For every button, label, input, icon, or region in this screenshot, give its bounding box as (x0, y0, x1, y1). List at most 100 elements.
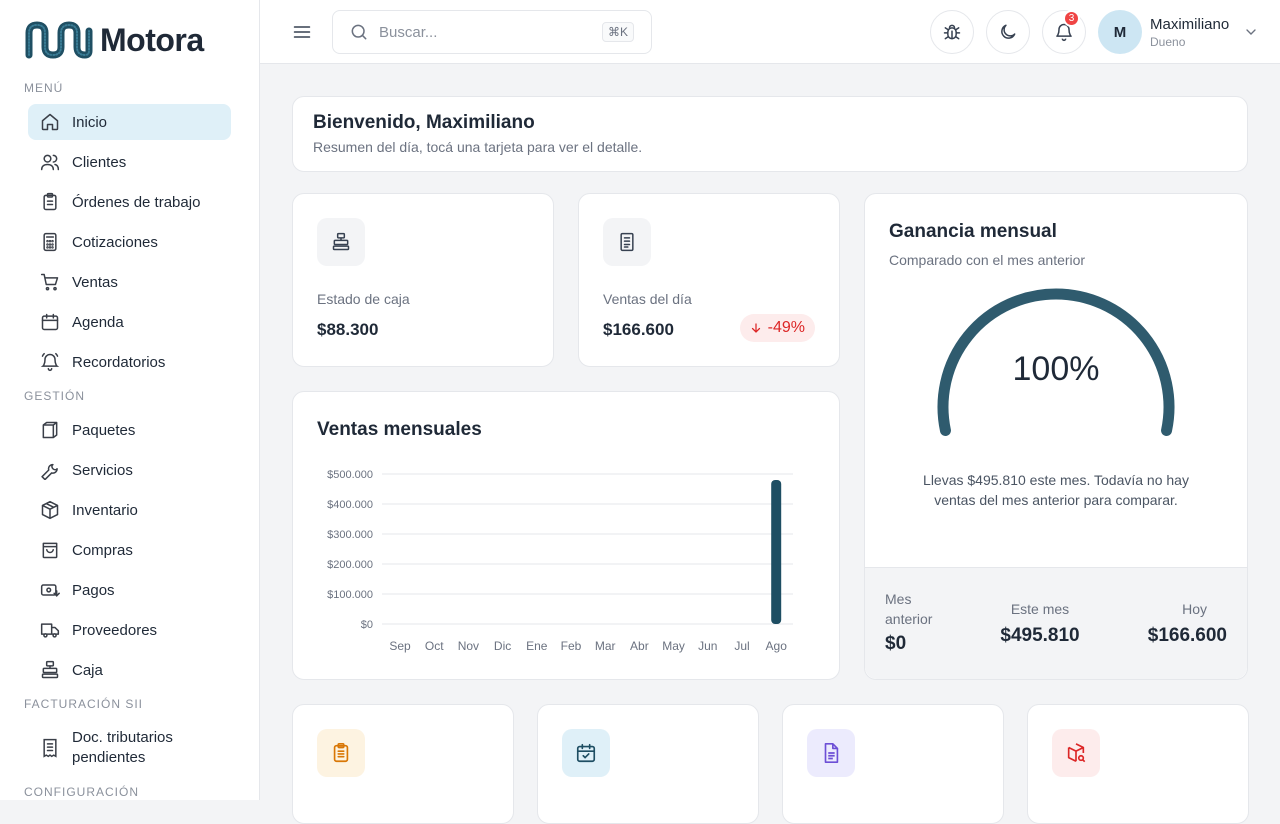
x-tick-label: Nov (458, 639, 479, 653)
sidebar-item-agenda[interactable]: Agenda (28, 304, 231, 340)
bell-ring-icon (40, 352, 60, 372)
users-icon (40, 154, 60, 171)
search-input[interactable] (379, 23, 589, 41)
footer-value: $495.810 (1000, 625, 1080, 646)
sidebar-item-recordatorios[interactable]: Recordatorios (28, 344, 231, 380)
footer-prev-month: Mes anterior $0 (885, 589, 955, 655)
search-icon (351, 24, 367, 40)
sidebar-item-label: Cotizaciones (72, 233, 158, 251)
notification-badge: 3 (1063, 10, 1080, 27)
sidebar-item-label: Servicios (72, 461, 133, 479)
x-tick-label: Jun (698, 639, 717, 653)
notifications-button[interactable]: 3 (1042, 10, 1086, 54)
sidebar: Motora MENÚ Inicio Clientes Órdenes de t… (0, 0, 260, 800)
quick-card-cotizaciones[interactable] (782, 704, 1004, 824)
user-menu[interactable]: M Maximiliano Dueno (1098, 10, 1259, 54)
menu-icon[interactable] (292, 22, 312, 42)
mini-icon-box (317, 729, 365, 777)
stat-card-ventas-dia[interactable]: Ventas del día $166.600 -49% (578, 193, 840, 367)
sidebar-item-ventas[interactable]: Ventas (28, 264, 231, 300)
sidebar-item-caja[interactable]: Caja (28, 652, 231, 688)
sidebar-item-label: Clientes (72, 153, 127, 171)
calendar-icon (41, 313, 59, 331)
search-box[interactable]: ⌘K (332, 10, 652, 54)
receipt-icon (43, 738, 57, 758)
document-icon (824, 743, 839, 763)
bug-icon (943, 24, 961, 40)
user-name: Maximiliano (1150, 15, 1230, 33)
sidebar-item-inventario[interactable]: Inventario (28, 492, 231, 528)
gauge-card-ganancia[interactable]: Ganancia mensual Comparado con el mes an… (864, 193, 1248, 680)
chart-card-ventas-mensuales[interactable]: Ventas mensuales $0 $100.000 $200.000 $300.… (292, 391, 840, 680)
bar-chart: $0 $100.000 $200.000 $300.000 $400.000 $500.0… (327, 469, 793, 653)
sidebar-item-paquetes[interactable]: Paquetes (28, 412, 231, 448)
arrow-down-icon (751, 323, 760, 333)
sidebar-item-label: Paquetes (72, 421, 136, 439)
stat-label: Ventas del día (603, 291, 692, 307)
y-tick-label: $300.000 (327, 529, 373, 541)
sidebar-item-inicio[interactable]: Inicio (28, 104, 231, 140)
footer-label: Hoy (1182, 601, 1207, 617)
stat-icon-box (317, 218, 365, 266)
gauge-message: Llevas $495.810 este mes. Todavía no hay… (923, 472, 1189, 508)
stat-value: $166.600 (603, 320, 674, 339)
y-tick-label: $500.000 (327, 469, 373, 481)
cash-register-icon (41, 660, 59, 679)
welcome-card: Bienvenido, Maximiliano Resumen del día,… (292, 96, 1248, 172)
bar[interactable] (771, 480, 782, 624)
brand-logo[interactable]: Motora (25, 21, 204, 59)
sidebar-item-proveedores[interactable]: Proveedores (28, 612, 231, 648)
cash-register-icon (332, 232, 350, 251)
sidebar-item-compras[interactable]: Compras (28, 532, 231, 568)
payment-icon (40, 584, 60, 597)
sidebar-item-label: Caja (72, 661, 103, 679)
boxes-icon (41, 500, 59, 520)
page-subtitle: Resumen del día, tocá una tarjeta para v… (313, 139, 643, 155)
sidebar-item-label: Recordatorios (72, 353, 166, 371)
quick-card-agenda[interactable] (537, 704, 759, 824)
sidebar-item-label: Inventario (72, 501, 138, 519)
x-tick-label: May (662, 639, 685, 653)
sidebar-item-clientes[interactable]: Clientes (28, 144, 231, 180)
user-role: Dueno (1150, 34, 1186, 49)
sidebar-item-doc-tributarios[interactable]: Doc. tributarios pendientes (28, 726, 231, 770)
sidebar-item-label: Inicio (72, 113, 108, 131)
sidebar-item-ordenes[interactable]: Órdenes de trabajo (28, 184, 231, 220)
sidebar-item-label: Compras (72, 541, 133, 559)
y-tick-label: $200.000 (327, 559, 373, 571)
x-tick-label: Abr (630, 639, 649, 653)
moon-icon (1001, 24, 1016, 39)
bug-report-button[interactable] (930, 10, 974, 54)
stat-label: Estado de caja (317, 291, 410, 307)
sidebar-item-label: Órdenes de trabajo (72, 193, 201, 211)
chevron-down-icon (1246, 29, 1256, 35)
section-label-gestion: GESTIÓN (24, 389, 86, 403)
quick-card-inventario[interactable] (1027, 704, 1249, 824)
gauge-value: 100% (1012, 350, 1100, 388)
y-tick-label: $400.000 (327, 499, 373, 511)
sidebar-item-label: Ventas (72, 273, 118, 291)
theme-toggle-button[interactable] (986, 10, 1030, 54)
footer-value: $0 (885, 633, 907, 654)
stat-card-caja[interactable]: Estado de caja $88.300 (292, 193, 554, 367)
y-tick-label: $100.000 (327, 589, 373, 601)
clipboard-list-icon (333, 743, 349, 763)
clipboard-icon (43, 192, 57, 211)
sidebar-item-pagos[interactable]: Pagos (28, 572, 231, 608)
stat-value: $88.300 (317, 320, 379, 339)
gauge-footer: Mes anterior $0 Este mes $495.810 Hoy $1… (865, 567, 1247, 679)
sidebar-item-label: Pagos (72, 581, 115, 599)
sidebar-item-cotizaciones[interactable]: Cotizaciones (28, 224, 231, 260)
mini-icon-box (1052, 729, 1100, 777)
avatar: M (1098, 10, 1142, 54)
quick-card-ordenes[interactable] (292, 704, 514, 824)
footer-today: Hoy $166.600 (1117, 599, 1227, 647)
mini-icon-box (562, 729, 610, 777)
y-tick-label: $0 (361, 619, 373, 631)
footer-this-month: Este mes $495.810 (985, 599, 1095, 647)
sidebar-item-servicios[interactable]: Servicios (28, 452, 231, 488)
package-icon (42, 421, 58, 439)
topbar: ⌘K 3 M Maximiliano Dueno (260, 0, 1280, 64)
wrench-icon (41, 463, 58, 480)
x-tick-label: Ene (526, 639, 548, 653)
